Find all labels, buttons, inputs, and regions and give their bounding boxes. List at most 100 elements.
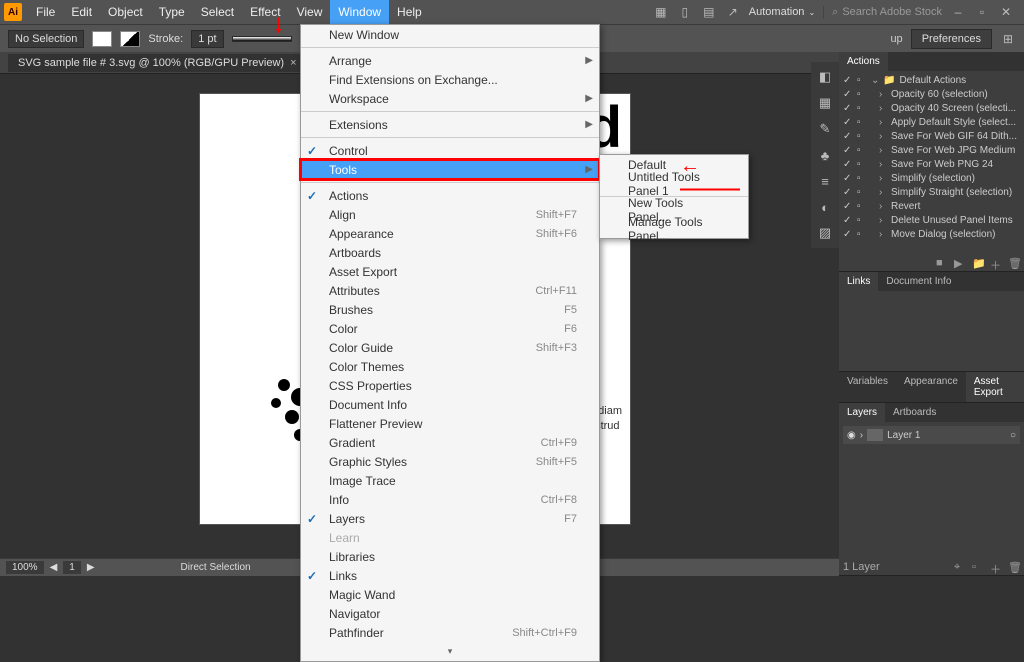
- new-action-icon[interactable]: ＋: [990, 257, 1002, 269]
- window-menu-magic-wand[interactable]: Magic Wand: [301, 585, 599, 604]
- window-menu-pathfinder[interactable]: PathfinderShift+Ctrl+F9: [301, 623, 599, 642]
- window-menu-align[interactable]: AlignShift+F7: [301, 205, 599, 224]
- action-row[interactable]: ✓▫›Save For Web PNG 24: [839, 157, 1024, 171]
- tools-submenu-untitled-tools-panel-1[interactable]: Untitled Tools Panel 1: [600, 174, 748, 193]
- window-menu-navigator[interactable]: Navigator: [301, 604, 599, 623]
- page-field[interactable]: 1: [63, 561, 81, 574]
- action-row[interactable]: ✓▫›Apply Default Style (select...: [839, 115, 1024, 129]
- window-menu-flattener-preview[interactable]: Flattener Preview: [301, 414, 599, 433]
- window-menu-arrange[interactable]: Arrange▶: [301, 51, 599, 70]
- window-menu-appearance[interactable]: AppearanceShift+F6: [301, 224, 599, 243]
- new-set-icon[interactable]: 📁: [972, 257, 984, 269]
- window-menu-css-properties[interactable]: CSS Properties: [301, 376, 599, 395]
- panel-icon-4[interactable]: ↗: [725, 4, 741, 20]
- tab-variables[interactable]: Variables: [839, 372, 896, 402]
- window-menu-workspace[interactable]: Workspace▶: [301, 89, 599, 108]
- target-icon[interactable]: ○: [1010, 430, 1016, 441]
- locate-icon[interactable]: ⌖: [954, 561, 966, 573]
- menu-object[interactable]: Object: [100, 0, 151, 24]
- panel-icon-3[interactable]: ▤: [701, 4, 717, 20]
- window-menu-find-extensions-on-exchange-[interactable]: Find Extensions on Exchange...: [301, 70, 599, 89]
- action-row[interactable]: ✓▫›Revert: [839, 199, 1024, 213]
- color-panel-icon[interactable]: ◧: [816, 68, 834, 86]
- window-menu-extensions[interactable]: Extensions▶: [301, 115, 599, 134]
- tab-links[interactable]: Links: [839, 272, 878, 291]
- visibility-icon[interactable]: ◉: [847, 430, 856, 441]
- swatches-panel-icon[interactable]: ▦: [816, 94, 834, 112]
- action-row[interactable]: ✓▫›Opacity 60 (selection): [839, 87, 1024, 101]
- preferences-button[interactable]: Preferences: [911, 29, 992, 49]
- play-icon[interactable]: ▶: [954, 257, 966, 269]
- window-menu-control[interactable]: ✓Control: [301, 141, 599, 160]
- menu-effect[interactable]: Effect: [242, 0, 288, 24]
- action-row[interactable]: ✓▫›Delete Unused Panel Items: [839, 213, 1024, 227]
- brushes-panel-icon[interactable]: ✎: [816, 120, 834, 138]
- document-tab[interactable]: SVG sample file # 3.svg @ 100% (RGB/GPU …: [8, 54, 307, 72]
- menu-view[interactable]: View: [289, 0, 331, 24]
- layer-row[interactable]: ◉ › Layer 1 ○: [843, 426, 1020, 444]
- window-menu-actions[interactable]: ✓Actions: [301, 186, 599, 205]
- window-menu-attributes[interactable]: AttributesCtrl+F11: [301, 281, 599, 300]
- menu-type[interactable]: Type: [151, 0, 193, 24]
- stop-icon[interactable]: ■: [936, 257, 948, 269]
- action-row[interactable]: ✓▫›Move Dialog (selection): [839, 227, 1024, 241]
- action-row[interactable]: ✓▫›Save For Web GIF 64 Dith...: [839, 129, 1024, 143]
- stroke-weight[interactable]: 1 pt: [191, 30, 223, 48]
- action-row[interactable]: ✓▫›Opacity 40 Screen (selecti...: [839, 101, 1024, 115]
- tab-document-info[interactable]: Document Info: [878, 272, 959, 291]
- window-menu-info[interactable]: InfoCtrl+F8: [301, 490, 599, 509]
- symbols-panel-icon[interactable]: ♣: [816, 146, 834, 164]
- new-layer-icon[interactable]: ＋: [990, 561, 1002, 573]
- tab-asset-export[interactable]: Asset Export: [966, 372, 1024, 402]
- window-menu-color[interactable]: ColorF6: [301, 319, 599, 338]
- trash-icon[interactable]: 🗑: [1008, 257, 1020, 269]
- close-tab-icon[interactable]: ×: [290, 57, 296, 69]
- delete-layer-icon[interactable]: 🗑: [1008, 561, 1020, 573]
- window-menu-color-themes[interactable]: Color Themes: [301, 357, 599, 376]
- window-menu-new-window[interactable]: New Window: [301, 25, 599, 44]
- window-menu-graphic-styles[interactable]: Graphic StylesShift+F5: [301, 452, 599, 471]
- window-menu-document-info[interactable]: Document Info: [301, 395, 599, 414]
- panel-icon-1[interactable]: ▦: [653, 4, 669, 20]
- new-sublayer-icon[interactable]: ▫: [972, 561, 984, 573]
- close-icon[interactable]: ✕: [998, 4, 1014, 20]
- action-row[interactable]: ✓▫›Simplify Straight (selection): [839, 185, 1024, 199]
- window-menu-image-trace[interactable]: Image Trace: [301, 471, 599, 490]
- menu-edit[interactable]: Edit: [63, 0, 100, 24]
- setup-label[interactable]: up: [890, 33, 902, 45]
- search-stock[interactable]: ⌕Search Adobe Stock: [823, 6, 942, 19]
- tab-layers[interactable]: Layers: [839, 403, 885, 422]
- menu-help[interactable]: Help: [389, 0, 430, 24]
- action-row[interactable]: ✓▫›Save For Web JPG Medium: [839, 143, 1024, 157]
- window-menu-gradient[interactable]: GradientCtrl+F9: [301, 433, 599, 452]
- window-menu-brushes[interactable]: BrushesF5: [301, 300, 599, 319]
- nav-prev-icon[interactable]: ◀: [50, 562, 58, 573]
- stroke-swatch[interactable]: [120, 31, 140, 47]
- tab-actions[interactable]: Actions: [839, 52, 888, 71]
- window-menu-artboards[interactable]: Artboards: [301, 243, 599, 262]
- window-menu-layers[interactable]: ✓LayersF7: [301, 509, 599, 528]
- maximize-icon[interactable]: ▫: [974, 4, 990, 20]
- window-menu-libraries[interactable]: Libraries: [301, 547, 599, 566]
- gradient-panel-icon[interactable]: ◐: [816, 198, 834, 216]
- panel-icon-2[interactable]: ▯: [677, 4, 693, 20]
- window-menu-tools[interactable]: Tools▶: [301, 160, 599, 179]
- minimize-icon[interactable]: –: [950, 4, 966, 20]
- brush-preview[interactable]: [232, 36, 292, 42]
- nav-next-icon[interactable]: ▶: [87, 562, 95, 573]
- expand-icon[interactable]: ›: [860, 430, 863, 441]
- window-menu-asset-export[interactable]: Asset Export: [301, 262, 599, 281]
- menu-window[interactable]: Window: [330, 0, 389, 24]
- tab-artboards[interactable]: Artboards: [885, 403, 944, 422]
- stroke-panel-icon[interactable]: ≡: [816, 172, 834, 190]
- action-row[interactable]: ✓▫›Simplify (selection): [839, 171, 1024, 185]
- panel-menu-icon[interactable]: ⊞: [1000, 31, 1016, 47]
- transparency-panel-icon[interactable]: ▨: [816, 224, 834, 242]
- menu-file[interactable]: File: [28, 0, 63, 24]
- window-menu-color-guide[interactable]: Color GuideShift+F3: [301, 338, 599, 357]
- fill-swatch[interactable]: [92, 31, 112, 47]
- tab-appearance[interactable]: Appearance: [896, 372, 966, 402]
- zoom-field[interactable]: 100%: [6, 561, 44, 574]
- automation-dropdown[interactable]: Automation ⌄: [749, 6, 815, 18]
- menu-select[interactable]: Select: [193, 0, 242, 24]
